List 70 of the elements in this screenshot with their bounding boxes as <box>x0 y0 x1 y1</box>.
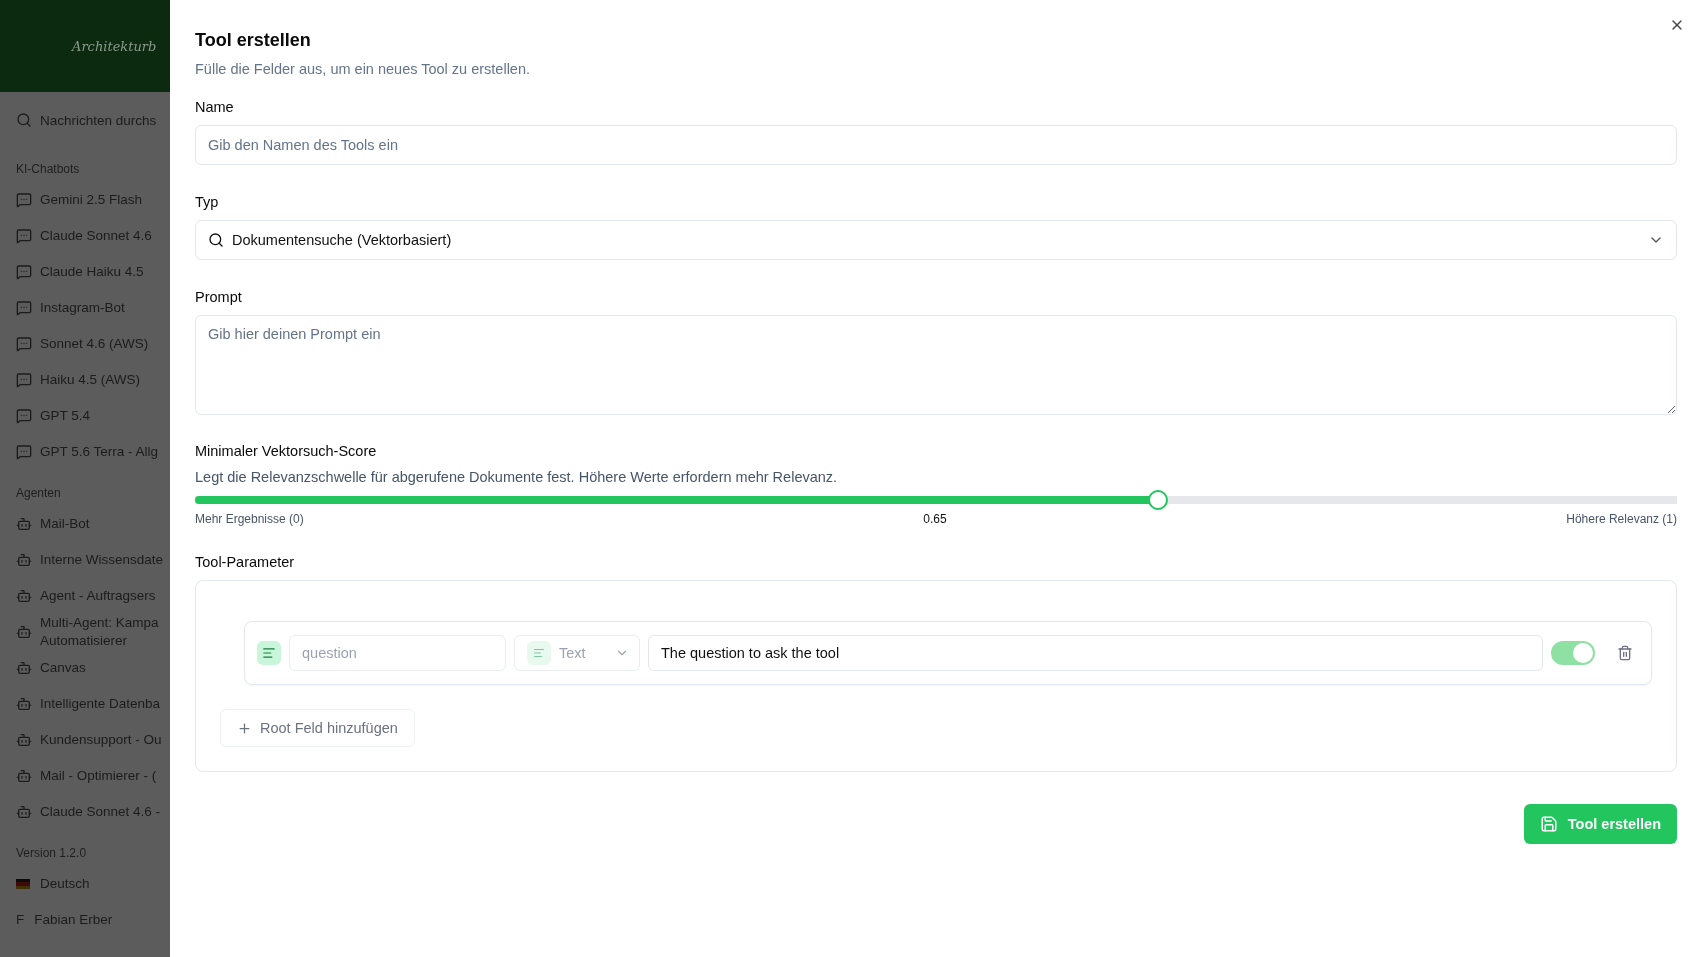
save-icon <box>1539 815 1558 833</box>
text-type-icon <box>527 641 551 665</box>
required-toggle[interactable] <box>1551 641 1595 665</box>
scale-label: Mehr Ergebnisse (0) <box>195 512 304 526</box>
bot-icon <box>16 660 32 676</box>
sidebar-item[interactable]: GPT 5.6 Terra - Allg <box>0 434 170 470</box>
bot-icon <box>16 588 32 604</box>
search-icon <box>16 112 32 128</box>
submit-button[interactable]: Tool erstellen <box>1523 804 1677 844</box>
parameter-name-field[interactable]: question <box>289 635 506 671</box>
plus-icon <box>237 720 252 736</box>
sidebar-item[interactable]: Claude Haiku 4.5 <box>0 254 170 290</box>
sidebar-item[interactable]: Interne Wissensdate <box>0 542 170 578</box>
dialog-title: Tool erstellen <box>195 30 312 51</box>
sidebar-item[interactable]: Claude Sonnet 4.6 <box>0 218 170 254</box>
field-label: Name <box>195 99 235 115</box>
scale-label: Höhere Relevanz (1) <box>1566 512 1677 526</box>
sidebar-item[interactable]: Instagram-Bot <box>0 290 170 326</box>
field-label: Typ <box>195 194 220 210</box>
prompt-field[interactable]: Gib hier deinen Prompt ein <box>195 315 1677 415</box>
trash-icon <box>1617 645 1633 661</box>
search-field[interactable]: Nachrichten durchs <box>0 96 170 144</box>
sidebar-item[interactable]: Gemini 2.5 Flash <box>0 182 170 218</box>
sidebar-item[interactable]: Mail - Optimierer - ( <box>0 758 170 794</box>
section-heading: KI-Chatbots <box>15 162 81 176</box>
bot-icon <box>16 624 32 640</box>
logo: Architekturb <box>0 0 170 92</box>
chat-icon <box>16 264 32 280</box>
bot-icon <box>16 552 32 568</box>
chat-icon <box>16 444 32 460</box>
sidebar-item[interactable]: Multi-Agent: Kampa Automatisierer <box>0 614 170 650</box>
add-field-button[interactable]: Root Feld hinzufügen <box>220 709 415 747</box>
chat-icon <box>16 300 32 316</box>
user-item[interactable]: F Fabian Erber <box>0 902 170 938</box>
type-select[interactable]: Dokumentensuche (Vektorbasiert) <box>195 220 1677 260</box>
search-icon <box>208 232 224 248</box>
sidebar-item[interactable]: Kundensupport - Ou <box>0 722 170 758</box>
slider-value: 0.65 <box>923 512 947 526</box>
chat-icon <box>16 372 32 388</box>
chat-icon <box>16 192 32 208</box>
field-hint: Legt die Relevanzschwelle für abgerufene Dokumente fest. Höhere Werte erfordern mehr Relevanz. <box>195 469 839 485</box>
bot-icon <box>16 804 32 820</box>
bot-icon <box>16 696 32 712</box>
text-type-icon <box>257 641 281 665</box>
field-label: Prompt <box>195 289 243 305</box>
chat-icon <box>16 228 32 244</box>
sidebar-item[interactable]: Intelligente Datenba <box>0 686 170 722</box>
sidebar-item[interactable]: Agent - Auftragsers <box>0 578 170 614</box>
sidebar-item[interactable]: Haiku 4.5 (AWS) <box>0 362 170 398</box>
bot-icon <box>16 732 32 748</box>
bot-icon <box>16 768 32 784</box>
field-label: Tool-Parameter <box>195 554 296 570</box>
sidebar-item[interactable]: Claude Sonnet 4.6 - <box>0 794 170 830</box>
field-label: Minimaler Vektorsuch-Score <box>195 443 378 459</box>
name-field[interactable]: Gib den Namen des Tools ein <box>195 125 1677 165</box>
language-item[interactable]: Deutsch <box>0 866 170 902</box>
flag-icon <box>16 879 30 889</box>
chat-icon <box>16 408 32 424</box>
slider-thumb[interactable] <box>1148 490 1169 510</box>
bot-icon <box>16 516 32 532</box>
sidebar-item[interactable]: Mail-Bot <box>0 506 170 542</box>
sidebar-item[interactable]: Sonnet 4.6 (AWS) <box>0 326 170 362</box>
chat-icon <box>16 336 32 352</box>
parameter-description-field[interactable]: The question to ask the tool <box>648 635 1543 671</box>
parameter-type-select[interactable]: Text <box>514 635 640 671</box>
dialog-description: Fülle die Felder aus, um ein neues Tool zu erstellen. <box>195 61 532 77</box>
version-text: Version 1.2.0 <box>15 846 88 860</box>
section-heading: Agenten <box>15 486 62 500</box>
sidebar-item[interactable]: GPT 5.4 <box>0 398 170 434</box>
sidebar-item[interactable]: Canvas <box>0 650 170 686</box>
